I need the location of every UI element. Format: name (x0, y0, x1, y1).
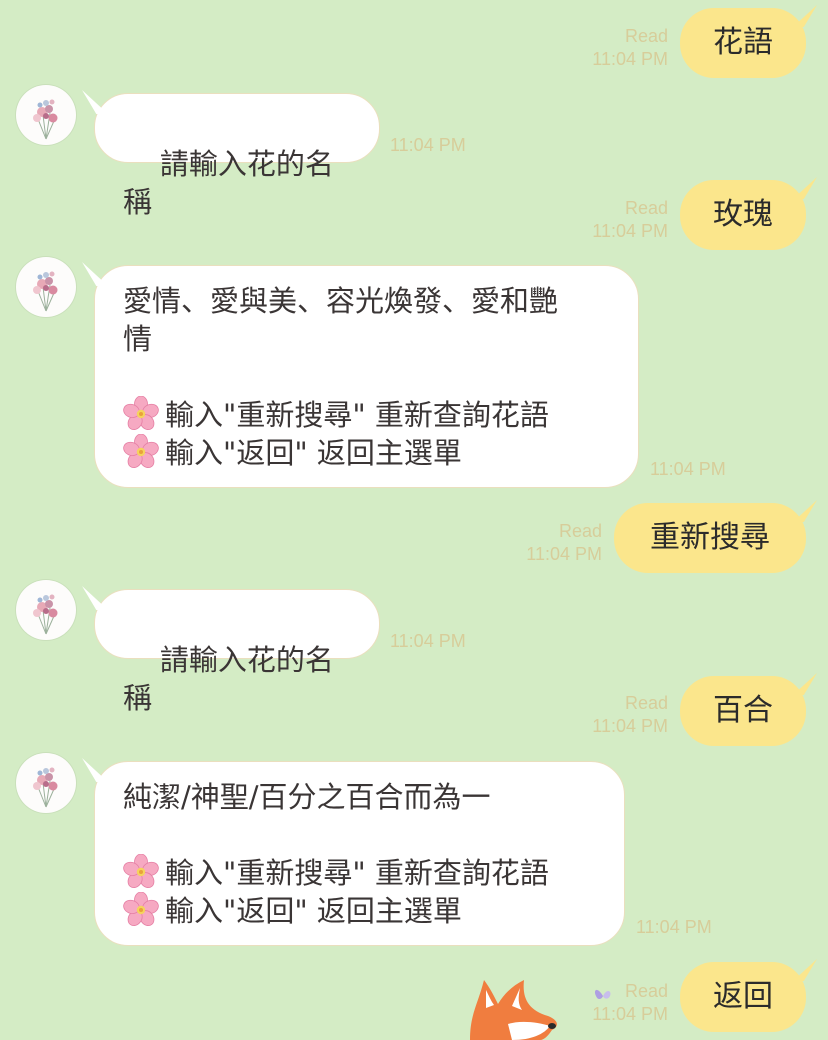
cherry-blossom-icon (123, 854, 159, 890)
message-time: 11:04 PM (592, 221, 668, 241)
outgoing-message-bubble[interactable]: 花語 (680, 8, 806, 78)
incoming-message-bubble[interactable]: 純潔/神聖/百分之百合而為一 輸入"重新搜尋" 重新查詢花語 輸入"返回" 返回… (94, 761, 625, 946)
outgoing-message-bubble[interactable]: 重新搜尋 (614, 503, 806, 573)
flower-bouquet-icon (32, 99, 58, 140)
message-text: 玫瑰 (713, 197, 773, 232)
message-text: 請輸入花的名稱 (123, 147, 334, 219)
butterfly-icon (594, 989, 611, 1000)
flower-bouquet-icon (32, 271, 58, 312)
message-time: 11:04 PM (526, 544, 602, 564)
message-text: 愛情、愛與美、容光煥發、愛和艷 (123, 284, 559, 318)
outgoing-message-bubble[interactable]: 玫瑰 (680, 180, 806, 250)
flower-bouquet-icon (32, 767, 58, 808)
hint-line: 輸入"重新搜尋" 重新查詢花語 (123, 396, 610, 434)
message-time: 11:04 PM (650, 459, 726, 479)
hint-line: 輸入"返回" 返回主選單 (123, 892, 596, 930)
incoming-message-bubble[interactable]: 請輸入花的名稱 (94, 93, 380, 219)
bot-avatar[interactable] (16, 580, 76, 640)
message-text: 純潔/神聖/百分之百合而為一 (123, 780, 491, 814)
incoming-message-bubble[interactable]: 請輸入花的名稱 (94, 589, 380, 715)
read-receipt: Read (624, 693, 668, 713)
message-text: 返回 (713, 979, 773, 1014)
message-time: 11:04 PM (390, 631, 466, 651)
hint-text: 輸入"返回" 返回主選單 (165, 436, 462, 470)
bot-avatar[interactable] (16, 257, 76, 317)
message-time: 11:04 PM (592, 49, 668, 69)
message-meta: Read 11:04 PM (560, 980, 668, 1026)
bot-avatar[interactable] (16, 753, 76, 813)
outgoing-message-bubble[interactable]: 返回 (680, 962, 806, 1032)
hint-text: 輸入"返回" 返回主選單 (165, 894, 462, 928)
message-meta: Read 11:04 PM (560, 197, 668, 243)
message-text: 請輸入花的名稱 (123, 643, 334, 715)
read-receipt: Read (558, 521, 602, 541)
flower-bouquet-icon (32, 594, 58, 635)
cherry-blossom-icon (123, 396, 159, 432)
incoming-message-bubble[interactable]: 愛情、愛與美、容光煥發、愛和艷 情 輸入"重新搜尋" 重新查詢花語 輸入"返回"… (94, 265, 639, 488)
hint-text: 輸入"重新搜尋" 重新查詢花語 (165, 856, 549, 890)
message-time: 11:04 PM (592, 716, 668, 736)
message-text: 百合 (713, 693, 773, 728)
message-time: 11:04 PM (592, 1004, 668, 1024)
hint-line: 輸入"重新搜尋" 重新查詢花語 (123, 854, 596, 892)
fox-sticker-icon[interactable] (448, 974, 568, 1040)
outgoing-message-bubble[interactable]: 百合 (680, 676, 806, 746)
message-time: 11:04 PM (636, 917, 712, 937)
bot-avatar[interactable] (16, 85, 76, 145)
message-meta: Read 11:04 PM (560, 25, 668, 71)
hint-text: 輸入"重新搜尋" 重新查詢花語 (165, 398, 549, 432)
read-receipt: Read (624, 981, 668, 1001)
read-receipt: Read (624, 198, 668, 218)
message-time: 11:04 PM (390, 135, 466, 155)
hint-line: 輸入"返回" 返回主選單 (123, 434, 610, 472)
message-meta: Read 11:04 PM (560, 692, 668, 738)
cherry-blossom-icon (123, 892, 159, 928)
message-text: 情 (123, 322, 153, 356)
message-text: 花語 (713, 25, 773, 60)
chat-view[interactable]: Read 11:04 PM 花語 請輸入花的名稱 11:04 PM Read 1… (0, 0, 828, 1040)
read-receipt: Read (624, 26, 668, 46)
message-meta: Read 11:04 PM (494, 520, 602, 566)
cherry-blossom-icon (123, 434, 159, 470)
message-text: 重新搜尋 (650, 520, 770, 555)
